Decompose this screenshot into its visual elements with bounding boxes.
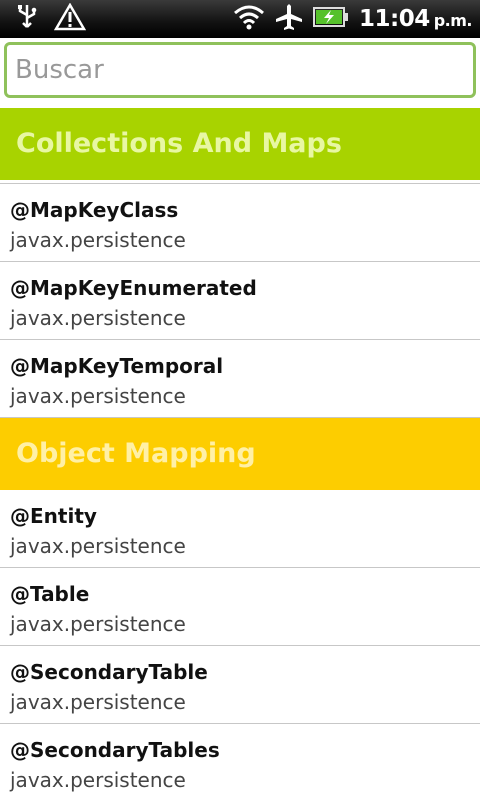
list-item[interactable]: @Entity javax.persistence bbox=[0, 490, 480, 568]
list-item[interactable]: @SecondaryTable javax.persistence bbox=[0, 646, 480, 724]
list-item[interactable]: @MapKeyTemporal javax.persistence bbox=[0, 340, 480, 418]
list-item[interactable]: @Table javax.persistence bbox=[0, 568, 480, 646]
item-name: @Table bbox=[10, 582, 90, 606]
status-bar: 11:04 p.m. bbox=[0, 0, 480, 38]
item-name: @MapKeyTemporal bbox=[10, 354, 224, 378]
item-package: javax.persistence bbox=[10, 228, 186, 252]
item-package: javax.persistence bbox=[10, 384, 186, 408]
section-title: Object Mapping bbox=[16, 438, 256, 469]
battery-charging-icon bbox=[313, 6, 349, 32]
item-name: @Entity bbox=[10, 504, 97, 528]
item-name: @SecondaryTable bbox=[10, 660, 208, 684]
warning-icon bbox=[53, 2, 87, 35]
item-package: javax.persistence bbox=[10, 612, 186, 636]
item-package: javax.persistence bbox=[10, 768, 186, 792]
item-name: @SecondaryTables bbox=[10, 738, 220, 762]
item-package: javax.persistence bbox=[10, 306, 186, 330]
clock-time: 11:04 bbox=[359, 6, 430, 32]
wifi-icon bbox=[233, 4, 265, 34]
section-header-object-mapping: Object Mapping bbox=[0, 418, 480, 490]
search-input[interactable]: Buscar bbox=[4, 42, 476, 98]
status-right-icons: 11:04 p.m. bbox=[233, 3, 473, 35]
item-name: @MapKeyClass bbox=[10, 198, 179, 222]
section-title: Collections And Maps bbox=[16, 128, 342, 159]
section-header-collections-and-maps: Collections And Maps bbox=[0, 108, 480, 180]
item-package: javax.persistence bbox=[10, 690, 186, 714]
list-item[interactable]: @MapKeyEnumerated javax.persistence bbox=[0, 262, 480, 340]
item-name: @MapKeyEnumerated bbox=[10, 276, 257, 300]
clock: 11:04 p.m. bbox=[359, 6, 473, 32]
search-bar: Buscar bbox=[0, 38, 480, 108]
clock-ampm: p.m. bbox=[433, 11, 473, 30]
item-package: javax.persistence bbox=[10, 534, 186, 558]
airplane-mode-icon bbox=[275, 3, 303, 35]
status-left-icons bbox=[14, 2, 87, 35]
list-item[interactable]: @SecondaryTables javax.persistence bbox=[0, 724, 480, 800]
list-item[interactable]: @MapKeyClass javax.persistence bbox=[0, 184, 480, 262]
usb-icon bbox=[14, 3, 40, 35]
